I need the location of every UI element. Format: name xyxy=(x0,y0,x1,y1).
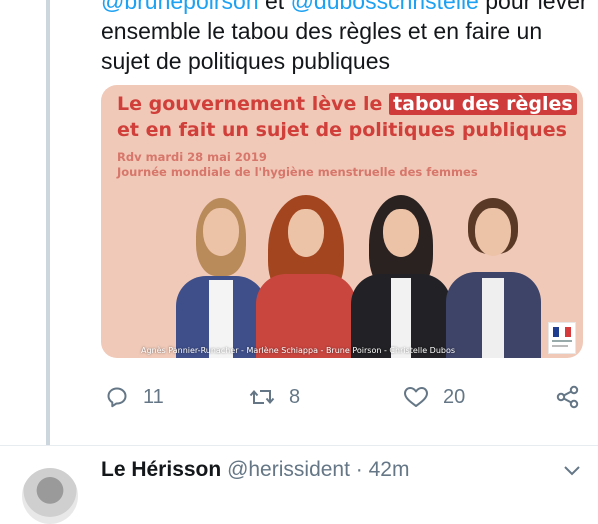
card-event: Rdv mardi 28 mai 2019 Journée mondiale d… xyxy=(117,150,577,180)
tweet-media-image[interactable]: Le gouvernement lève le tabou des règles… xyxy=(101,85,583,358)
share-button[interactable] xyxy=(555,380,581,414)
mention-brune-poirson[interactable]: @brunepoirson xyxy=(101,0,259,14)
next-tweet[interactable]: Le Hérisson @herissident · 42m xyxy=(0,446,598,524)
display-name[interactable]: Le Hérisson xyxy=(101,458,221,481)
retweet-icon xyxy=(249,389,275,405)
card-event-date: Rdv mardi 28 mai 2019 xyxy=(117,150,267,164)
card-headline: Le gouvernement lève le tabou des règles… xyxy=(117,91,577,143)
mention-christelle-dubos[interactable]: @dubosschristelle xyxy=(291,0,479,14)
heart-icon xyxy=(404,387,428,407)
chevron-down-icon[interactable] xyxy=(562,464,582,478)
avatar[interactable] xyxy=(22,468,78,524)
retweet-button[interactable]: 8 xyxy=(249,380,300,414)
reply-button[interactable]: 11 xyxy=(105,380,164,414)
retweet-count: 8 xyxy=(289,385,301,408)
card-headline-part1: Le gouvernement lève le xyxy=(117,93,390,115)
like-count: 20 xyxy=(443,385,466,408)
share-icon xyxy=(556,385,579,409)
tweet-conjunction: et xyxy=(258,0,291,14)
tweet-timestamp[interactable]: 42m xyxy=(369,458,410,481)
tweet-text: @brunepoirson et @dubosschristelle pour … xyxy=(101,0,588,76)
tweet-line1-tail: pour lever xyxy=(478,0,588,14)
card-event-title: Journée mondiale de l'hygiène menstruell… xyxy=(117,165,478,179)
portrait-4 xyxy=(446,198,541,358)
card-headline-highlight: tabou des règles xyxy=(389,93,577,115)
card-headline-part2: et en fait un sujet de politiques publiq… xyxy=(117,119,567,141)
next-tweet-header: Le Hérisson @herissident · 42m xyxy=(101,458,409,482)
card-portraits xyxy=(176,195,556,358)
portrait-3 xyxy=(351,195,451,358)
french-flag-icon xyxy=(553,327,571,337)
header-separator: · xyxy=(349,458,369,481)
reply-icon xyxy=(107,387,127,408)
portrait-1 xyxy=(176,198,266,358)
reply-count: 11 xyxy=(143,385,164,408)
portrait-2 xyxy=(256,195,356,358)
tweet-text-line-1: @brunepoirson et @dubosschristelle pour … xyxy=(101,0,588,16)
thread-line xyxy=(46,0,50,445)
user-handle[interactable]: @herissident xyxy=(227,458,350,481)
tweet-text-body: ensemble le tabou des règles et en faire… xyxy=(101,18,543,74)
like-button[interactable]: 20 xyxy=(403,380,465,414)
government-logo xyxy=(548,322,576,354)
tweet-actions: 11 8 20 xyxy=(101,380,583,414)
card-names-caption: Agnès Pannier-Runacher - Marlène Schiapp… xyxy=(141,346,456,355)
